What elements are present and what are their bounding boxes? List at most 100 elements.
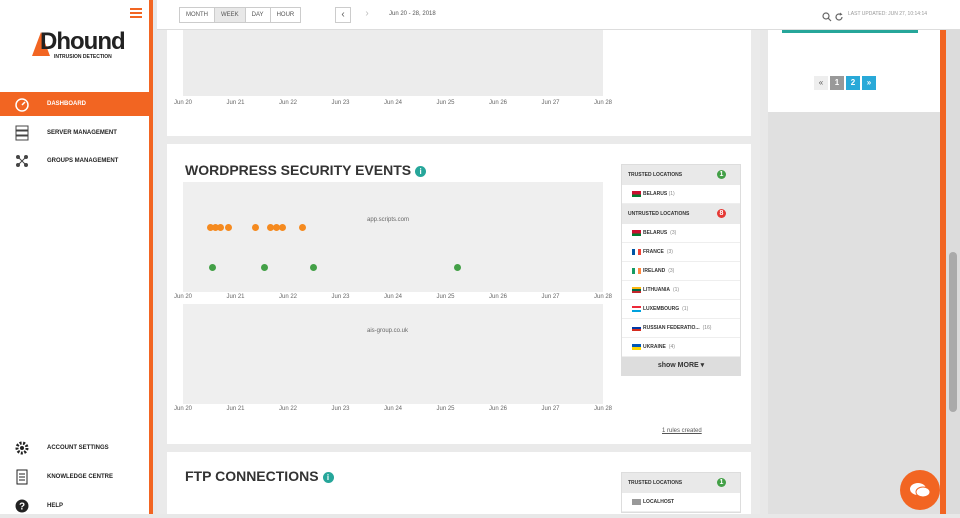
x-tick-label: Jun 25 <box>436 294 455 300</box>
trusted-locations-header[interactable]: TRUSTED LOCATIONS 1 <box>622 165 740 185</box>
x-tick-label: Jun 24 <box>384 294 403 300</box>
ftp-panel-title: FTP CONNECTIONS i <box>185 468 334 484</box>
search-icon[interactable] <box>822 9 832 27</box>
view-month-button[interactable]: MONTH <box>180 8 215 22</box>
x-tick-label: Jun 21 <box>226 294 245 300</box>
right-column: « 1 2 » <box>768 30 940 514</box>
event-dot-orange[interactable] <box>299 224 306 231</box>
location-count: (3) <box>666 249 673 255</box>
location-name: BELARUS <box>643 230 668 236</box>
info-icon[interactable]: i <box>322 471 334 483</box>
x-tick-label: Jun 24 <box>384 100 403 106</box>
ftp-connections-panel: FTP CONNECTIONS i TRUSTED LOCATIONS 1 LOCA… <box>167 452 751 514</box>
date-range: Jun 20 - 28, 2018 <box>389 11 436 17</box>
untrusted-locations-header[interactable]: UNTRUSTED LOCATIONS 8 <box>622 204 740 224</box>
x-tick-label: Jun 23 <box>331 406 350 412</box>
x-tick-label: Jun 23 <box>331 294 350 300</box>
view-week-button[interactable]: WEEK <box>215 8 246 22</box>
location-name: RUSSIAN FEDERATIO... <box>643 325 700 331</box>
event-dot-green[interactable] <box>261 264 268 271</box>
location-count: (4) <box>668 344 675 350</box>
country-flag-icon <box>632 344 641 350</box>
chart-plot-area <box>183 30 603 96</box>
trusted-locations-header[interactable]: TRUSTED LOCATIONS 1 <box>622 473 740 493</box>
x-tick-label: Jun 27 <box>541 100 560 106</box>
logo-tagline: INTRUSION DETECTION <box>54 54 112 60</box>
event-dot-orange[interactable] <box>217 224 224 231</box>
sidebar-item-knowledge-centre[interactable]: KNOWLEDGE CENTRE <box>0 465 153 489</box>
sidebar-item-dashboard[interactable]: DASHBOARD <box>0 92 153 116</box>
event-dot-orange[interactable] <box>252 224 259 231</box>
location-row[interactable]: UKRAINE (4) <box>622 338 740 357</box>
sidebar-item-help[interactable]: ? HELP <box>0 494 153 518</box>
svg-text:?: ? <box>19 502 25 513</box>
document-icon <box>12 467 32 487</box>
x-tick-label: Jun 26 <box>489 406 508 412</box>
show-more-button[interactable]: show MORE ▾ <box>622 357 740 375</box>
location-count: (3) <box>668 268 675 274</box>
x-tick-label: Jun 20 <box>174 100 193 106</box>
ftp-locations-panel: TRUSTED LOCATIONS 1 LOCALHOST <box>621 472 741 513</box>
location-row[interactable]: IRELAND (3) <box>622 262 740 281</box>
x-tick-label: Jun 25 <box>436 406 455 412</box>
sidebar-item-label: HELP <box>47 503 64 509</box>
menu-toggle-icon[interactable] <box>130 8 142 20</box>
location-row[interactable]: LOCALHOST <box>622 493 740 512</box>
wordpress-panel-title: WORDPRESS SECURITY EVENTS i <box>185 162 427 178</box>
sidebar-item-groups-management[interactable]: GROUPS MANAGEMENT <box>0 149 153 173</box>
x-tick-label: Jun 22 <box>279 100 298 106</box>
pagination-prev[interactable]: « <box>814 76 828 90</box>
pagination-next[interactable]: » <box>862 76 876 90</box>
location-row[interactable]: BELARUS (3) <box>622 224 740 243</box>
wordpress-chart-2 <box>183 304 603 404</box>
view-hour-button[interactable]: HOUR <box>271 8 301 22</box>
location-name: FRANCE <box>643 249 664 255</box>
right-card: « 1 2 » <box>768 30 940 112</box>
untrusted-count-badge: 8 <box>717 209 726 218</box>
x-tick-label: Jun 28 <box>594 294 613 300</box>
sidebar-item-server-management[interactable]: SERVER MANAGEMENT <box>0 121 153 145</box>
chat-button[interactable] <box>900 470 940 510</box>
x-tick-label: Jun 26 <box>489 294 508 300</box>
refresh-icon[interactable] <box>834 9 844 27</box>
rules-created-link[interactable]: 1 rules created <box>662 428 702 434</box>
location-name: UKRAINE <box>643 344 666 350</box>
server-icon <box>12 123 32 143</box>
chat-icon <box>910 483 931 498</box>
location-row[interactable]: BELARUS (1) <box>622 185 740 204</box>
scrollbar-thumb[interactable] <box>949 252 957 412</box>
location-count: (3) <box>670 230 677 236</box>
info-icon[interactable]: i <box>415 165 427 177</box>
location-row[interactable]: LITHUANIA (1) <box>622 281 740 300</box>
event-dot-green[interactable] <box>310 264 317 271</box>
groups-icon <box>12 151 32 171</box>
belarus-flag-icon <box>632 191 641 197</box>
event-dot-orange[interactable] <box>225 224 232 231</box>
last-updated: LAST UPDATED: JUN 27, 10:14:14 <box>848 11 928 17</box>
gear-icon <box>12 438 32 458</box>
sidebar-item-account-settings[interactable]: ACCOUNT SETTINGS <box>0 436 153 460</box>
pagination-page-2[interactable]: 2 <box>846 76 860 90</box>
dhound-logo[interactable]: Dhound INTRUSION DETECTION <box>30 26 126 66</box>
country-flag-icon <box>632 306 641 312</box>
event-dot-orange[interactable] <box>279 224 286 231</box>
x-tick-label: Jun 27 <box>541 294 560 300</box>
sidebar-item-label: DASHBOARD <box>47 101 86 107</box>
pagination-page-1[interactable]: 1 <box>830 76 844 90</box>
country-flag-icon <box>632 249 641 255</box>
x-tick-label: Jun 21 <box>226 406 245 412</box>
event-dot-green[interactable] <box>209 264 216 271</box>
x-tick-label: Jun 22 <box>279 406 298 412</box>
country-flag-icon <box>632 230 641 236</box>
location-row[interactable]: LUXEMBOURG (1) <box>622 300 740 319</box>
location-name: LUXEMBOURG <box>643 306 680 312</box>
view-day-button[interactable]: DAY <box>246 8 271 22</box>
host-label: app.scripts.com <box>367 217 410 223</box>
x-tick-label: Jun 23 <box>331 100 350 106</box>
event-dot-green[interactable] <box>454 264 461 271</box>
previous-period-button[interactable]: ‹ <box>335 7 351 23</box>
scrollbar[interactable] <box>946 30 960 514</box>
location-row[interactable]: FRANCE (3) <box>622 243 740 262</box>
location-row[interactable]: RUSSIAN FEDERATIO... (16) <box>622 319 740 338</box>
next-period-button[interactable]: › <box>359 7 375 23</box>
